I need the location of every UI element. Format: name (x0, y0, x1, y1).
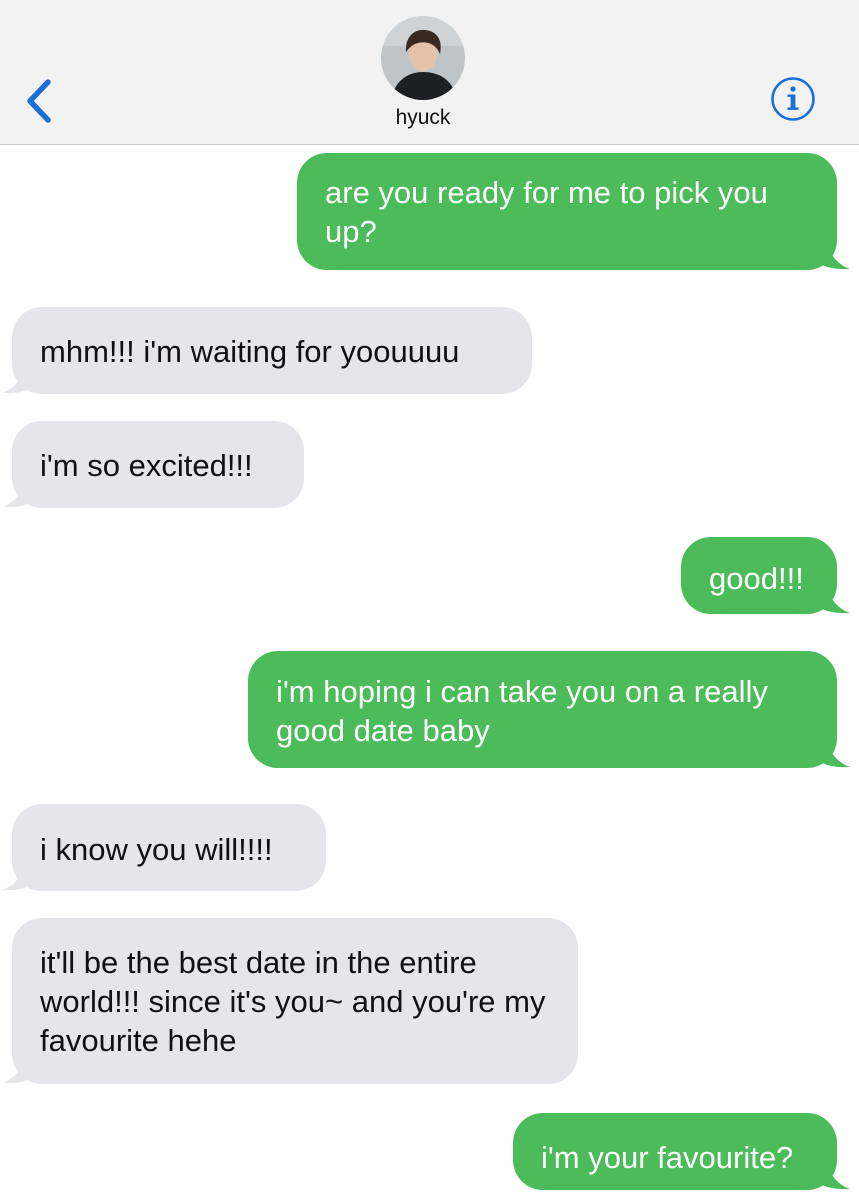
avatar[interactable] (381, 16, 465, 100)
chevron-left-icon[interactable] (22, 78, 56, 124)
message-text: i know you will!!!! (40, 832, 273, 867)
message-bubble-sent[interactable]: i'm your favourite? (513, 1113, 837, 1190)
message-text: i'm your favourite? (541, 1140, 794, 1175)
message-bubble-sent[interactable]: i'm hoping i can take you on a really go… (248, 651, 837, 768)
message-bubble-received[interactable]: it'll be the best date in the entire wor… (12, 918, 578, 1084)
message-bubble-sent[interactable]: are you ready for me to pick you up? (297, 153, 837, 270)
message-text: it'll be the best date in the entire wor… (40, 945, 546, 1058)
message-text: are you ready for me to pick you up? (325, 175, 768, 249)
message-bubble-received[interactable]: i'm so excited!!! (12, 421, 304, 508)
message-text: i'm so excited!!! (40, 448, 253, 483)
message-bubble-received[interactable]: i know you will!!!! (12, 804, 326, 891)
message-text: good!!! (709, 561, 804, 596)
message-bubble-sent[interactable]: good!!! (681, 537, 837, 614)
conversation-header: hyuck (0, 0, 859, 145)
info-circle-icon[interactable] (770, 76, 816, 122)
message-text: i'm hoping i can take you on a really go… (276, 674, 768, 748)
message-text: mhm!!! i'm waiting for yoouuuu (40, 334, 460, 369)
message-bubble-received[interactable]: mhm!!! i'm waiting for yoouuuu (12, 307, 532, 394)
contact-name[interactable]: hyuck (329, 106, 517, 130)
